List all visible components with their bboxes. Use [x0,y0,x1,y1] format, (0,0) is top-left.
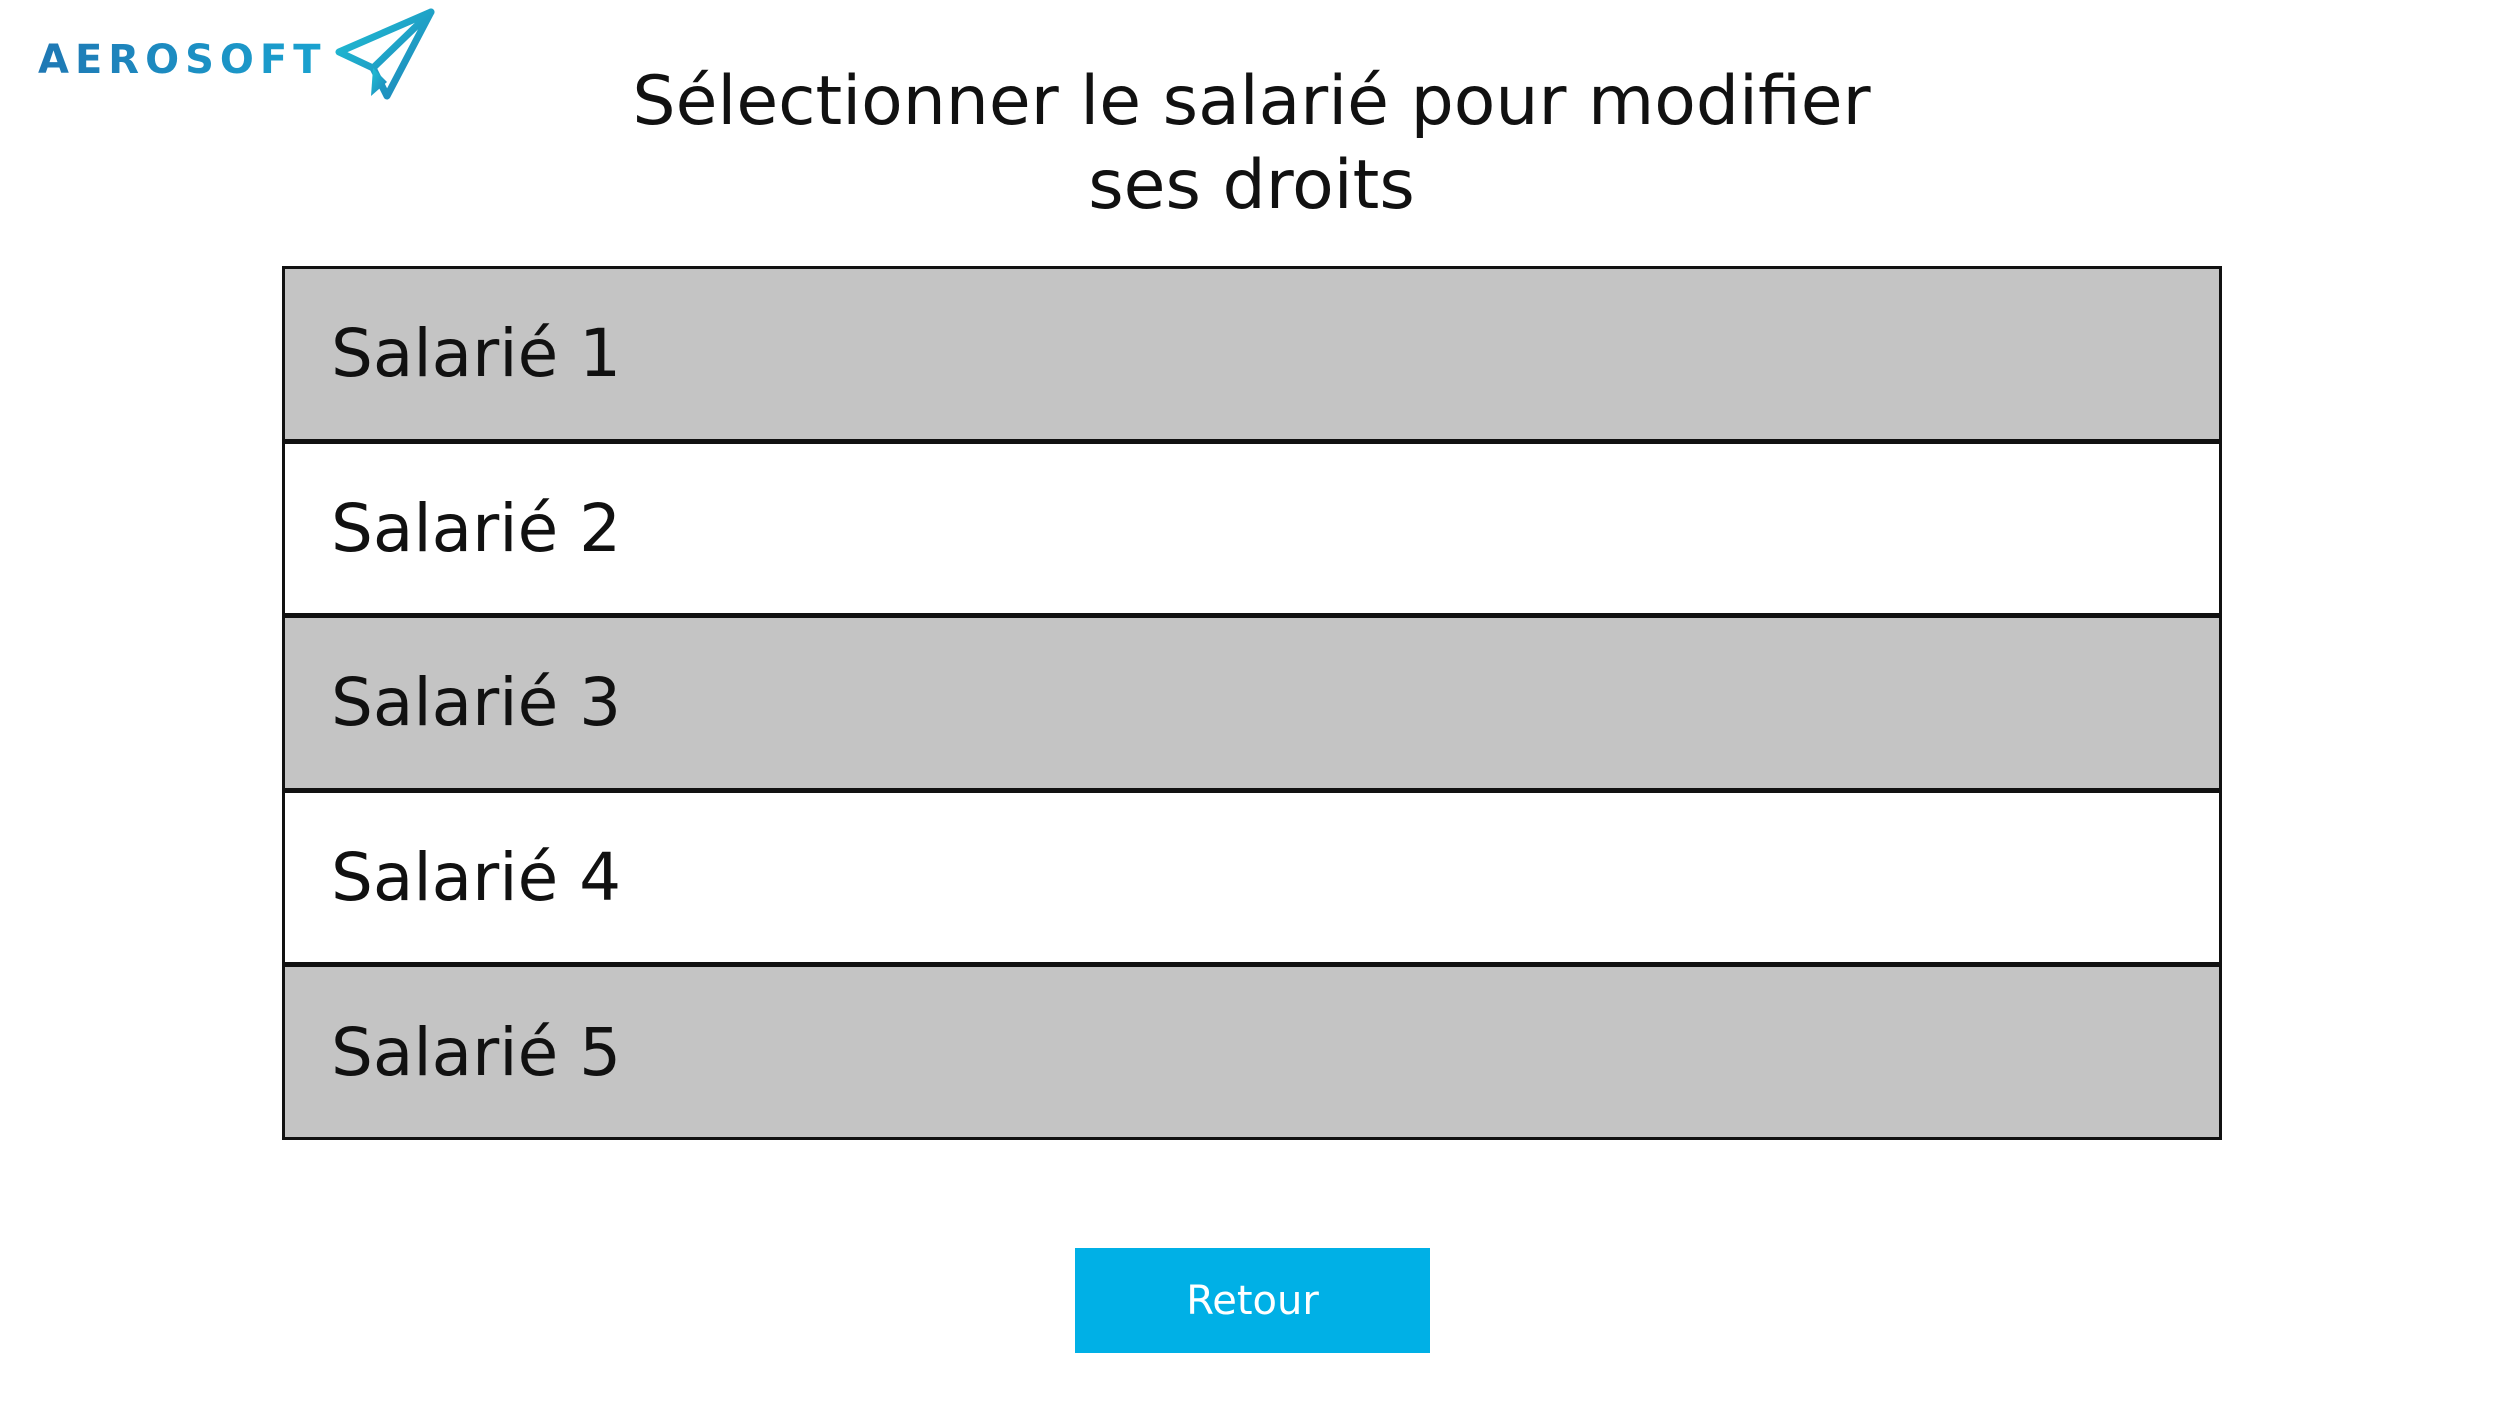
back-button[interactable]: Retour [1075,1248,1430,1353]
employee-row-5[interactable]: Salarié 5 [285,967,2219,1137]
employee-row-3[interactable]: Salarié 3 [285,618,2219,793]
page-title: Sélectionner le salarié pour modifier se… [0,60,2503,228]
page-title-line-2: ses droits [1088,146,1415,225]
employee-row-2[interactable]: Salarié 2 [285,443,2219,619]
page-title-line-1: Sélectionner le salarié pour modifier [632,62,1871,141]
employee-row-4[interactable]: Salarié 4 [285,792,2219,968]
employee-row-1[interactable]: Salarié 1 [285,269,2219,444]
employee-list: Salarié 1 Salarié 2 Salarié 3 Salarié 4 … [282,266,2222,1140]
